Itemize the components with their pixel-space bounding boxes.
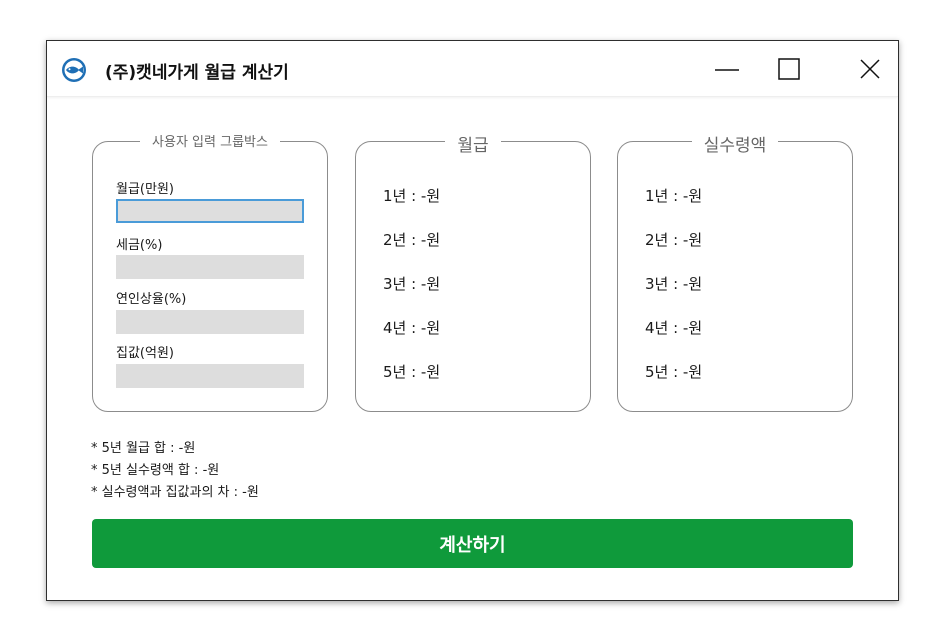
fish-icon [62, 58, 86, 82]
salary-year-5: 5년 : -원 [383, 363, 441, 381]
net-pay-groupbox: 실수령액 1년 : -원 2년 : -원 3년 : -원 4년 : -원 5년 … [617, 136, 853, 412]
summary-house-diff: * 실수령액과 집값과의 차 : -원 [91, 485, 259, 500]
tax-label: 세금(%) [116, 238, 163, 253]
net-year-2: 2년 : -원 [645, 231, 703, 249]
window-title: (주)캣네가게 월급 계산기 [105, 63, 289, 83]
summary-net-total: * 5년 실수령액 합 : -원 [91, 463, 220, 478]
net-year-4: 4년 : -원 [645, 319, 703, 337]
raise-rate-input[interactable] [116, 310, 304, 334]
user-input-groupbox: 사용자 입력 그룹박스 월급(만원) 세금(%) 연인상율(%) 집값(억원) [92, 135, 328, 412]
close-icon [860, 59, 880, 79]
maximize-icon [778, 58, 800, 80]
summary-salary-total: * 5년 월급 합 : -원 [91, 441, 196, 456]
calculate-button[interactable]: 계산하기 [92, 519, 853, 568]
app-window: (주)캣네가게 월급 계산기 사용자 입력 그룹박스 월급(만원) 세금(%) [46, 40, 899, 601]
net-year-1: 1년 : -원 [645, 187, 703, 205]
maximize-button[interactable] [759, 41, 819, 97]
close-button[interactable] [840, 41, 900, 97]
minimize-icon [715, 69, 739, 71]
net-year-5: 5년 : -원 [645, 363, 703, 381]
house-price-input[interactable] [116, 364, 304, 388]
raise-rate-label: 연인상율(%) [116, 292, 187, 307]
tax-input[interactable] [116, 255, 304, 279]
net-year-3: 3년 : -원 [645, 275, 703, 293]
salary-input[interactable] [116, 199, 304, 223]
salary-groupbox: 월급 1년 : -원 2년 : -원 3년 : -원 4년 : -원 5년 : … [355, 136, 591, 412]
salary-year-2: 2년 : -원 [383, 231, 441, 249]
salary-year-4: 4년 : -원 [383, 319, 441, 337]
input-group-legend: 사용자 입력 그룹박스 [140, 135, 280, 150]
title-bar[interactable]: (주)캣네가게 월급 계산기 [47, 41, 898, 97]
salary-year-1: 1년 : -원 [383, 187, 441, 205]
salary-label: 월급(만원) [116, 182, 174, 197]
house-price-label: 집값(억원) [116, 346, 174, 361]
minimize-button[interactable] [697, 41, 757, 97]
net-group-legend: 실수령액 [691, 136, 779, 156]
salary-group-legend: 월급 [445, 136, 501, 156]
salary-year-3: 3년 : -원 [383, 275, 441, 293]
